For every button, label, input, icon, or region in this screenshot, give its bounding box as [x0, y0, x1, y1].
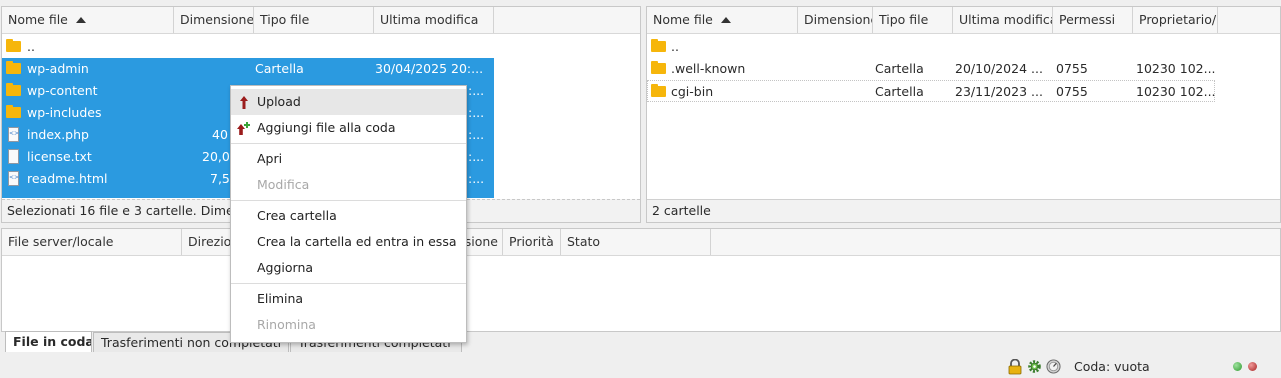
queue-col-status[interactable]: Stato — [561, 229, 711, 255]
remote-row-parent[interactable]: .. — [647, 36, 1278, 58]
folder-icon — [6, 61, 21, 74]
folder-icon — [6, 105, 21, 118]
menu-separator — [231, 143, 466, 144]
local-col-size[interactable]: Dimensione — [174, 7, 254, 33]
menu-item-create-and-enter-folder[interactable]: Crea la cartella ed entra in essa — [231, 229, 466, 255]
local-col-type[interactable]: Tipo file — [254, 7, 374, 33]
folder-icon — [6, 83, 21, 96]
local-row-parent[interactable]: .. — [2, 36, 638, 58]
remote-column-header: Nome file Dimensione Tipo file Ultima mo… — [647, 7, 1280, 34]
menu-separator — [231, 200, 466, 201]
queue-column-header: File server/locale Direzio sione Priorit… — [2, 229, 1280, 256]
remote-row-cgi-bin[interactable]: cgi-bin Cartella 23/11/2023 ... 0755 102… — [647, 80, 1216, 102]
menu-item-refresh[interactable]: Aggiorna — [231, 255, 466, 281]
menu-item-create-folder[interactable]: Crea cartella — [231, 203, 466, 229]
status-bar: Coda: vuota — [0, 356, 1281, 375]
tab-queued-files[interactable]: File in coda — [5, 331, 92, 352]
remote-row-well-known[interactable]: .well-known Cartella 20/10/2024 ... 0755… — [647, 58, 1278, 80]
remote-col-size[interactable]: Dimensione — [798, 7, 873, 33]
menu-item-add-to-queue[interactable]: Aggiungi file alla coda — [231, 115, 466, 141]
queue-col-file[interactable]: File server/locale — [2, 229, 182, 255]
menu-item-upload[interactable]: Upload — [231, 89, 466, 115]
local-column-header: Nome file Dimensione Tipo file Ultima mo… — [2, 7, 640, 34]
folder-icon — [6, 39, 21, 52]
menu-item-open[interactable]: Apri — [231, 146, 466, 172]
file-code-icon — [8, 171, 19, 186]
queue-col-direction[interactable]: Direzio — [182, 229, 234, 255]
menu-item-rename: Rinomina — [257, 317, 316, 332]
menu-item-delete[interactable]: Elimina — [231, 286, 466, 312]
queue-col-priority[interactable]: Priorità — [503, 229, 561, 255]
local-col-modified[interactable]: Ultima modifica — [374, 7, 494, 33]
gear-icon[interactable] — [1027, 359, 1042, 374]
file-code-icon — [8, 127, 19, 142]
remote-status-text: 2 cartelle — [647, 199, 1280, 222]
remote-col-modified[interactable]: Ultima modifica — [953, 7, 1053, 33]
led-red-icon — [1248, 362, 1257, 371]
transfer-queue-pane[interactable]: File server/locale Direzio sione Priorit… — [1, 228, 1281, 332]
upload-arrow-icon — [240, 96, 248, 109]
sort-ascending-icon — [720, 17, 731, 23]
context-menu: Upload Aggiungi file alla coda Apri Modi… — [230, 85, 467, 343]
folder-icon — [651, 39, 666, 52]
local-col-name[interactable]: Nome file — [2, 7, 174, 33]
remote-col-type[interactable]: Tipo file — [873, 7, 953, 33]
remote-file-pane[interactable]: Nome file Dimensione Tipo file Ultima mo… — [646, 6, 1281, 223]
remote-col-permissions[interactable]: Permessi — [1053, 7, 1133, 33]
file-icon — [8, 149, 19, 164]
led-green-icon — [1233, 362, 1242, 371]
sort-ascending-icon — [75, 17, 86, 23]
folder-icon — [651, 61, 666, 74]
menu-separator — [231, 283, 466, 284]
remote-col-owner[interactable]: Proprietario/ — [1133, 7, 1218, 33]
add-to-queue-icon — [237, 122, 250, 135]
folder-icon — [651, 84, 666, 97]
speed-limit-icon[interactable] — [1046, 359, 1061, 374]
local-row-wp-admin[interactable]: wp-admin Cartella 30/04/2025 20:... — [2, 58, 494, 80]
remote-col-name[interactable]: Nome file — [647, 7, 798, 33]
lock-icon[interactable] — [1008, 359, 1022, 375]
menu-item-edit: Modifica — [257, 177, 310, 192]
